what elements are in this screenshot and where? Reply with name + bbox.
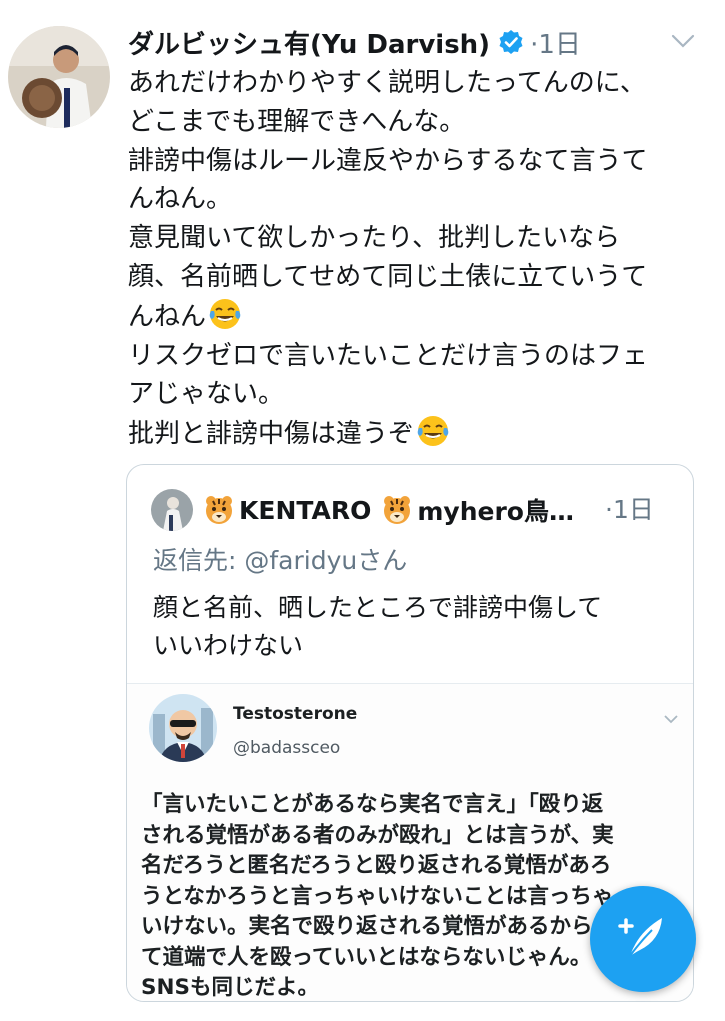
reply-to-label[interactable]: 返信先: @faridyuさん xyxy=(153,541,407,577)
tweet-line: 批判と誹謗中傷は違うぞ xyxy=(128,414,708,454)
tweet-line: リスクゼロで言いたいことだけ言うのはフェ xyxy=(128,340,649,371)
tweet-line: アじゃない。 xyxy=(128,379,285,410)
tiger-emoji xyxy=(381,494,413,526)
chevron-down-icon[interactable] xyxy=(670,32,696,50)
embedded-author-name: Testosterone xyxy=(233,704,358,724)
tweet-line: んねん。 xyxy=(128,184,233,215)
tweet-line: 意見聞いて欲しかったり、批判したいなら xyxy=(128,223,621,254)
quote-line: いいわけない xyxy=(153,631,304,660)
compose-tweet-icon xyxy=(616,910,670,968)
chevron-down-icon xyxy=(663,710,679,724)
tweet-line: あれだけわかりやすく説明したってんのに、 xyxy=(128,68,646,98)
tweet-timestamp[interactable]: ·1日 xyxy=(530,24,581,61)
tiger-emoji xyxy=(203,494,235,526)
tweet-line: どこまでも理解できへんな。 xyxy=(128,106,466,137)
tears-of-joy-emoji xyxy=(208,297,242,331)
quote-author-name[interactable]: KENTARO xyxy=(239,496,371,525)
embedded-line: 名だろうと匿名だろうと殴り返される覚悟があろ xyxy=(141,853,612,878)
embedded-author-handle: @badassceo xyxy=(233,738,341,758)
embedded-line: される覚悟がある者のみが殴れ」とは言うが、実 xyxy=(141,822,614,848)
embedded-line: 「言いたいことがあるなら実名で言え」「殴り返 xyxy=(141,792,604,817)
quote-body: 顔と名前、晒したところで誹謗中傷して いいわけない xyxy=(153,589,673,665)
quote-timestamp[interactable]: ·1日 xyxy=(605,489,654,531)
tweet-line: 誹謗中傷はルール違反やからするなて言うて xyxy=(128,145,648,176)
verified-badge-icon xyxy=(498,29,524,55)
compose-tweet-button[interactable] xyxy=(590,886,696,992)
author-name[interactable]: ダルビッシュ有(Yu Darvish) xyxy=(128,24,490,61)
quote-author-handle[interactable]: myhero鳥… xyxy=(417,492,574,528)
quote-line: 顔と名前、晒したところで誹謗中傷して xyxy=(153,593,603,622)
tweet-body: あれだけわかりやすく説明したってんのに、 どこまでも理解できへんな。 誹謗中傷は… xyxy=(128,64,708,454)
tweet-line: んねん xyxy=(128,297,708,337)
author-avatar[interactable] xyxy=(8,26,110,128)
quote-author-avatar[interactable] xyxy=(151,489,193,531)
tweet-line: 顔、名前晒してせめて同じ土俵に立ていうて xyxy=(128,261,648,292)
tears-of-joy-emoji xyxy=(416,414,450,448)
embedded-author-avatar xyxy=(149,694,217,762)
